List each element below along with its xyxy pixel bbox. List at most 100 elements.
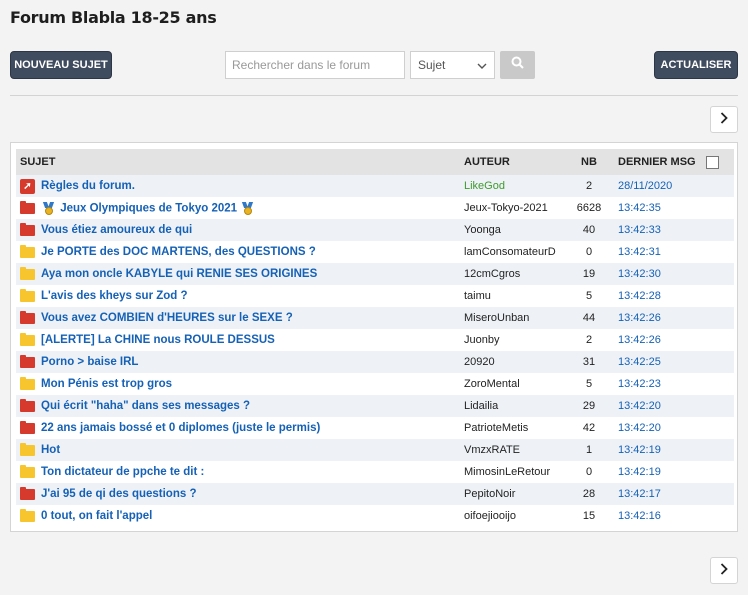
topic-count: 40 <box>582 224 596 236</box>
topic-count: 0 <box>585 246 593 258</box>
folder-yellow-icon <box>20 244 35 258</box>
topic-count: 6628 <box>576 202 602 214</box>
topic-last-message[interactable]: 13:42:20 <box>614 395 706 417</box>
topic-count: 0 <box>585 466 593 478</box>
topic-author[interactable]: Lidailia <box>464 395 564 417</box>
topic-count: 42 <box>582 422 596 434</box>
topic-author[interactable]: 20920 <box>464 351 564 373</box>
topic-link[interactable]: Vous étiez amoureux de qui <box>41 219 464 241</box>
table-row: Mon Pénis est trop gros ZoroMental 5 13:… <box>16 373 734 395</box>
topic-link[interactable]: Vous avez COMBIEN d'HEURES sur le SEXE ? <box>41 307 464 329</box>
topic-link[interactable]: J'ai 95 de qi des questions ? <box>41 483 464 505</box>
topic-author[interactable]: 12cmCgros <box>464 263 564 285</box>
topic-link[interactable]: [ALERTE] La CHINE nous ROULE DESSUS <box>41 329 464 351</box>
page-title: Forum Blabla 18-25 ans <box>10 8 217 27</box>
chevron-down-icon <box>477 58 487 72</box>
topic-last-message[interactable]: 28/11/2020 <box>614 175 706 197</box>
topic-last-message[interactable]: 13:42:28 <box>614 285 706 307</box>
topic-last-message[interactable]: 13:42:26 <box>614 329 706 351</box>
topic-author[interactable]: MiseroUnban <box>464 307 564 329</box>
select-all-checkbox[interactable] <box>706 155 719 169</box>
topic-link[interactable]: Règles du forum. <box>41 175 464 197</box>
table-row: Aya mon oncle KABYLE qui RENIE SES ORIGI… <box>16 263 734 285</box>
table-row: ➚ Règles du forum. LikeGod 2 28/11/2020 <box>16 175 734 197</box>
search-scope-select[interactable]: Sujet <box>410 51 495 79</box>
topic-link[interactable]: 22 ans jamais bossé et 0 diplomes (juste… <box>41 417 464 439</box>
topic-author[interactable]: oifoejiooijo <box>464 505 564 527</box>
refresh-button[interactable]: ACTUALISER <box>654 51 738 79</box>
topic-author[interactable]: Jeux-Tokyo-2021 <box>464 197 564 219</box>
topic-last-message[interactable]: 13:42:33 <box>614 219 706 241</box>
header-author: AUTEUR <box>464 156 510 168</box>
search-icon <box>511 56 524 74</box>
topic-author[interactable]: MimosinLeRetour <box>464 461 564 483</box>
topic-author[interactable]: PatrioteMetis <box>464 417 564 439</box>
search-input[interactable]: Rechercher dans le forum <box>225 51 405 79</box>
topic-author[interactable]: Yoonga <box>464 219 564 241</box>
folder-yellow-icon <box>20 442 35 456</box>
table-row: J'ai 95 de qi des questions ? PepitoNoir… <box>16 483 734 505</box>
topic-author[interactable]: LikeGod <box>464 175 564 197</box>
pin-icon: ➚ <box>20 178 35 194</box>
topic-last-message[interactable]: 13:42:26 <box>614 307 706 329</box>
topic-link[interactable]: Ton dictateur de ppche te dit : <box>41 461 464 483</box>
topic-author[interactable]: taimu <box>464 285 564 307</box>
topic-link[interactable]: Je PORTE des DOC MARTENS, des QUESTIONS … <box>41 241 464 263</box>
topic-count: 15 <box>582 510 596 522</box>
topic-link[interactable]: Hot <box>41 439 464 461</box>
search-scope-value: Sujet <box>418 58 446 72</box>
topic-last-message[interactable]: 13:42:19 <box>614 461 706 483</box>
topic-count: 2 <box>585 180 593 192</box>
new-topic-button[interactable]: NOUVEAU SUJET <box>10 51 112 79</box>
topic-author[interactable]: ZoroMental <box>464 373 564 395</box>
header-last-message: DERNIER MSG <box>618 156 696 168</box>
folder-yellow-icon <box>20 266 35 280</box>
topic-author[interactable]: Juonby <box>464 329 564 351</box>
topic-count: 1 <box>585 444 593 456</box>
folder-red-icon <box>20 486 35 500</box>
medal-icon <box>242 201 254 215</box>
table-row: Porno > baise IRL 20920 31 13:42:25 <box>16 351 734 373</box>
header-subject: SUJET <box>20 156 56 168</box>
topic-last-message[interactable]: 13:42:35 <box>614 197 706 219</box>
topic-last-message[interactable]: 13:42:19 <box>614 439 706 461</box>
topic-list: SUJET AUTEUR NB DERNIER MSG ➚ Règles du … <box>10 142 738 532</box>
next-page-button-top[interactable] <box>710 106 738 133</box>
topic-link[interactable]: Aya mon oncle KABYLE qui RENIE SES ORIGI… <box>41 263 464 285</box>
folder-red-icon <box>20 200 35 214</box>
topic-count: 19 <box>582 268 596 280</box>
topic-last-message[interactable]: 13:42:23 <box>614 373 706 395</box>
folder-red-icon <box>20 354 35 368</box>
folder-red-icon <box>20 398 35 412</box>
table-row: Je PORTE des DOC MARTENS, des QUESTIONS … <box>16 241 734 263</box>
topic-link[interactable]: Jeux Olympiques de Tokyo 2021 <box>41 197 464 219</box>
topic-last-message[interactable]: 13:42:30 <box>614 263 706 285</box>
topic-link[interactable]: 0 tout, on fait l'appel <box>41 505 464 527</box>
topic-author[interactable]: VmzxRATE <box>464 439 564 461</box>
topic-link[interactable]: Qui écrit "haha" dans ses messages ? <box>41 395 464 417</box>
topic-link[interactable]: Mon Pénis est trop gros <box>41 373 464 395</box>
topic-last-message[interactable]: 13:42:20 <box>614 417 706 439</box>
topic-link[interactable]: Porno > baise IRL <box>41 351 464 373</box>
topic-last-message[interactable]: 13:42:16 <box>614 505 706 527</box>
topic-author[interactable]: lamConsomateurD <box>464 241 564 263</box>
table-row: Vous étiez amoureux de qui Yoonga 40 13:… <box>16 219 734 241</box>
topic-last-message[interactable]: 13:42:31 <box>614 241 706 263</box>
topic-count: 44 <box>582 312 596 324</box>
search-button[interactable] <box>500 51 535 79</box>
topic-count: 2 <box>585 334 593 346</box>
topic-last-message[interactable]: 13:42:25 <box>614 351 706 373</box>
topic-count: 5 <box>585 378 593 390</box>
folder-yellow-icon <box>20 332 35 346</box>
topic-link[interactable]: L'avis des kheys sur Zod ? <box>41 285 464 307</box>
table-row: Hot VmzxRATE 1 13:42:19 <box>16 439 734 461</box>
topic-last-message[interactable]: 13:42:17 <box>614 483 706 505</box>
topic-author[interactable]: PepitoNoir <box>464 483 564 505</box>
topic-count: 29 <box>582 400 596 412</box>
next-page-button-bottom[interactable] <box>710 557 738 584</box>
folder-red-icon <box>20 310 35 324</box>
folder-yellow-icon <box>20 288 35 302</box>
folder-red-icon <box>20 222 35 236</box>
table-row: [ALERTE] La CHINE nous ROULE DESSUS Juon… <box>16 329 734 351</box>
folder-yellow-icon <box>20 464 35 478</box>
